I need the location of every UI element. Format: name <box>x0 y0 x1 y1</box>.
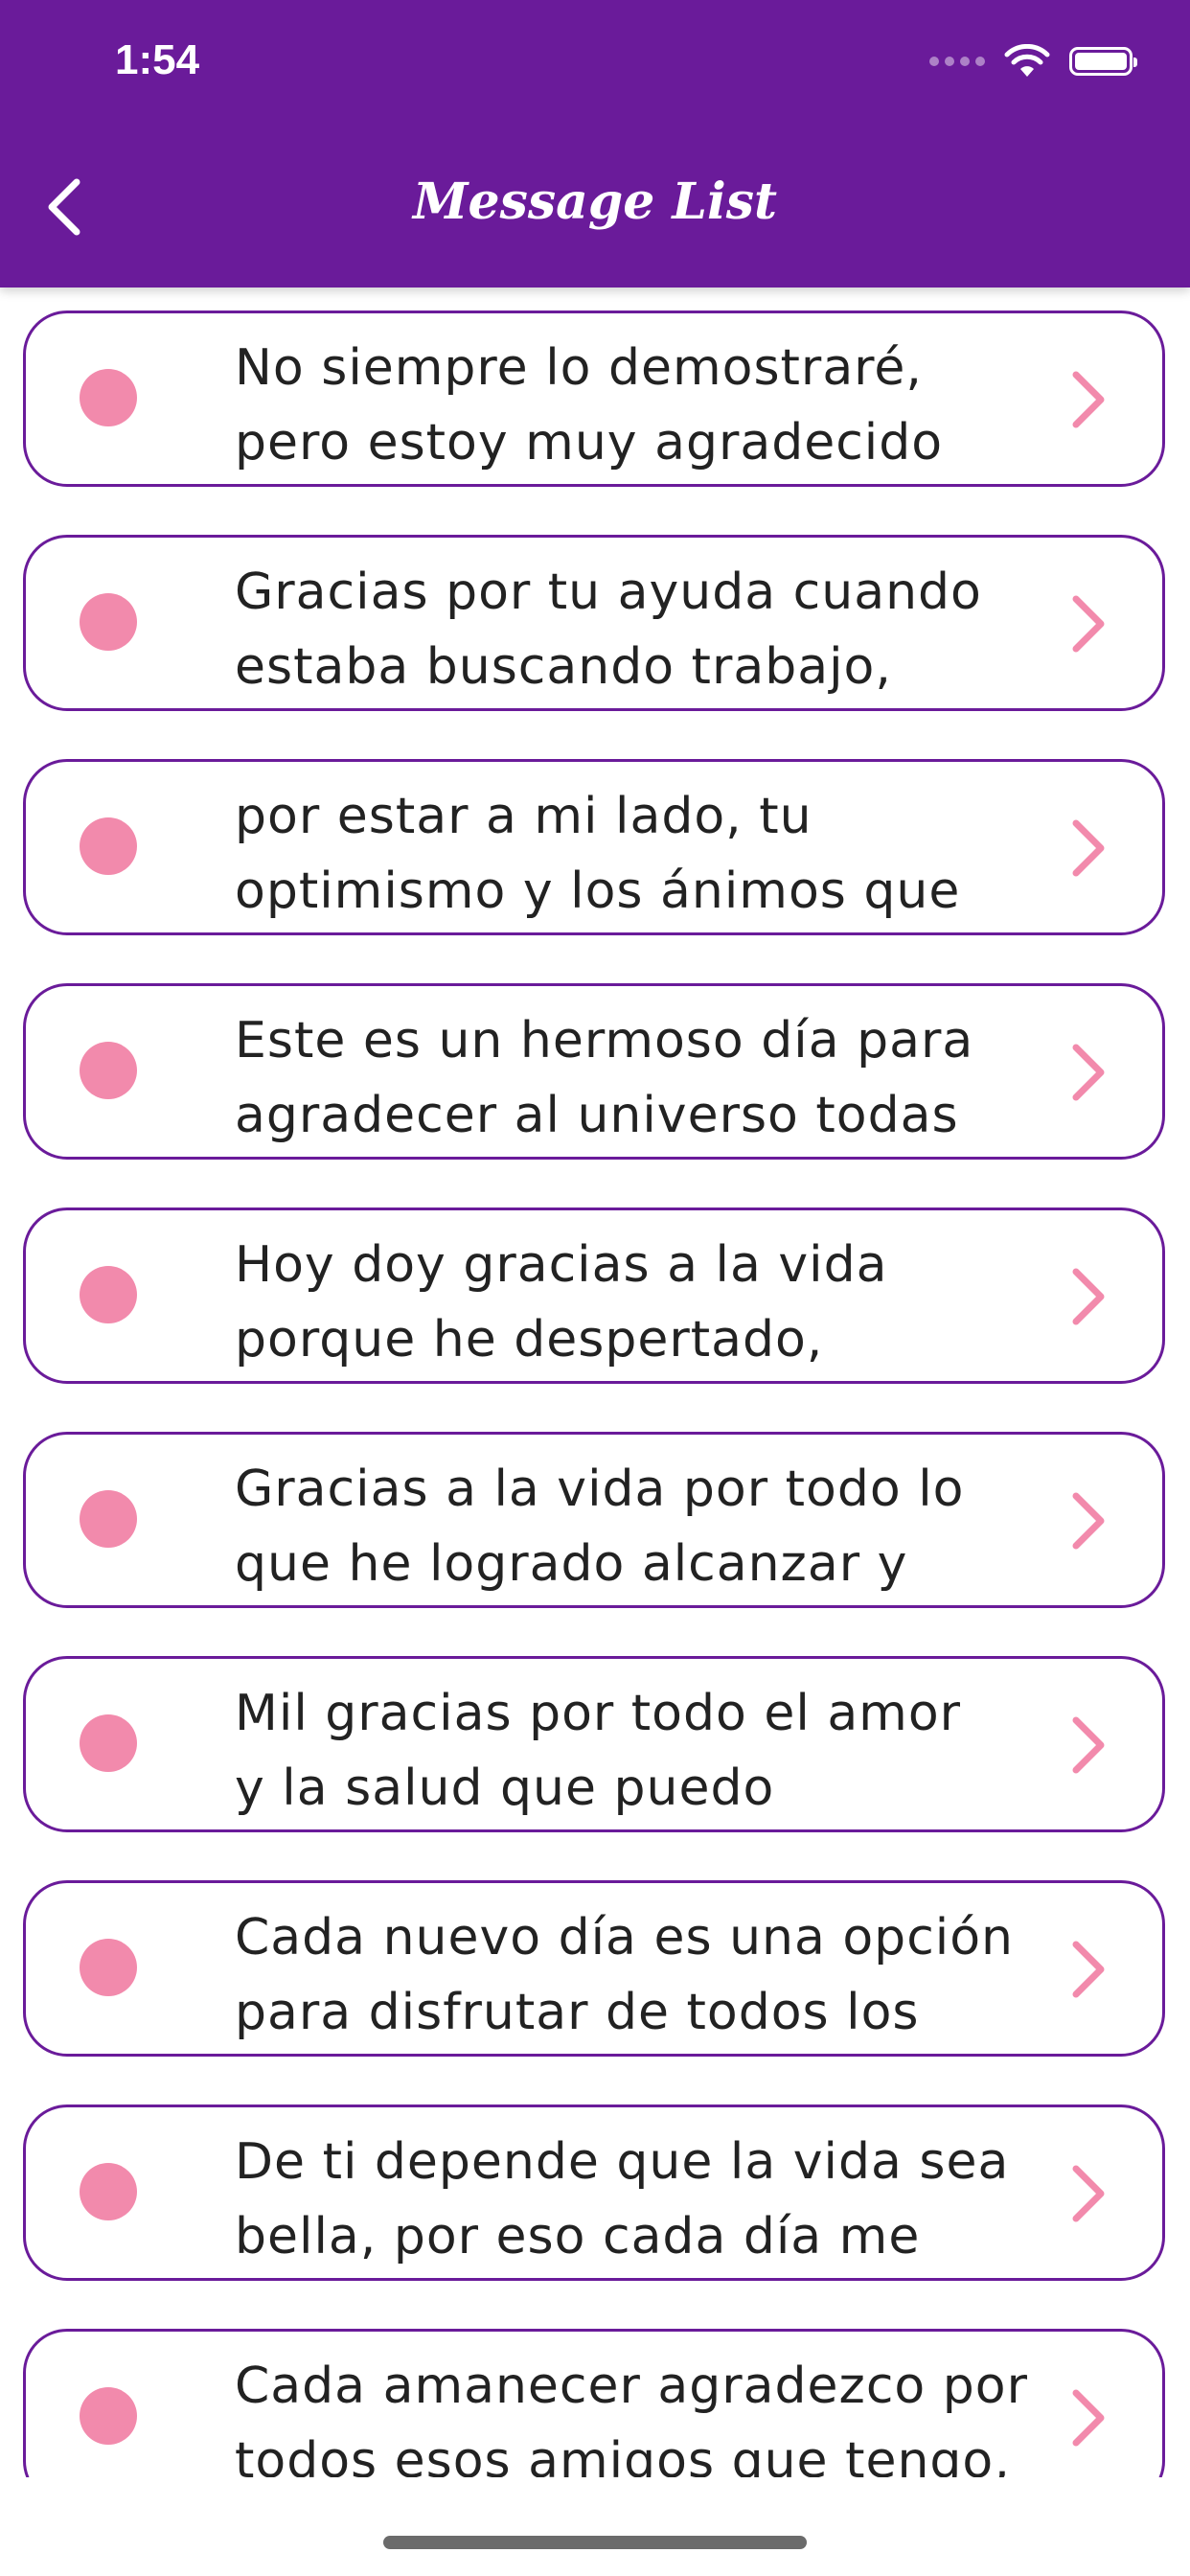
bullet-dot-icon <box>80 1939 137 1996</box>
chevron-right-icon <box>1072 595 1105 653</box>
message-preview-text: por estar a mi lado, tu optimismo y los … <box>235 788 961 920</box>
chevron-right-icon <box>1072 1268 1105 1325</box>
bullet-dot-icon <box>80 2163 137 2220</box>
chevron-right-icon <box>1072 371 1105 428</box>
status-icons <box>929 44 1137 79</box>
status-time: 1:54 <box>115 36 200 83</box>
message-list-item[interactable]: Gracias por tu ayuda cuando estaba busca… <box>23 535 1165 711</box>
message-list-item[interactable]: No siempre lo demostraré, pero estoy muy… <box>23 310 1165 487</box>
bullet-dot-icon <box>80 1042 137 1099</box>
message-preview-text: De ti depende que la vida sea bella, por… <box>235 2133 1010 2266</box>
bullet-dot-icon <box>80 1266 137 1323</box>
message-list-item[interactable]: Mil gracias por todo el amor y la salud … <box>23 1656 1165 1832</box>
message-list[interactable]: No siempre lo demostraré, pero estoy muy… <box>0 288 1190 2477</box>
message-list-item[interactable]: por estar a mi lado, tu optimismo y los … <box>23 759 1165 935</box>
chevron-right-icon <box>1072 1044 1105 1101</box>
message-preview-text: Gracias a la vida por todo lo que he log… <box>235 1460 965 1593</box>
message-list-item[interactable]: Gracias a la vida por todo lo que he log… <box>23 1432 1165 1608</box>
message-preview-text: Este es un hermoso día para agradecer al… <box>235 1012 974 1144</box>
bullet-dot-icon <box>80 593 137 651</box>
bullet-dot-icon <box>80 2387 137 2445</box>
bullet-dot-icon <box>80 369 137 426</box>
message-list-item[interactable]: Este es un hermoso día para agradecer al… <box>23 983 1165 1160</box>
message-preview-text: Cada amanecer agradezco por todos esos a… <box>235 2358 1028 2477</box>
bullet-dot-icon <box>80 1714 137 1772</box>
chevron-right-icon <box>1072 1492 1105 1550</box>
message-preview-text: Hoy doy gracias a la vida porque he desp… <box>235 1236 888 1368</box>
battery-icon <box>1069 47 1137 76</box>
home-indicator[interactable] <box>383 2536 807 2549</box>
page-title: Message List <box>412 172 778 231</box>
navigation-header: 1:54 Message List <box>0 0 1190 288</box>
chevron-right-icon <box>1072 819 1105 877</box>
bullet-dot-icon <box>80 817 137 875</box>
message-list-item[interactable]: Hoy doy gracias a la vida porque he desp… <box>23 1208 1165 1384</box>
cellular-signal-icon <box>929 57 985 66</box>
chevron-right-icon <box>1072 2165 1105 2222</box>
wifi-icon <box>1004 44 1050 77</box>
bullet-dot-icon <box>80 1490 137 1548</box>
message-preview-text: Gracias por tu ayuda cuando estaba busca… <box>235 564 982 696</box>
message-list-item[interactable]: Cada amanecer agradezco por todos esos a… <box>23 2329 1165 2477</box>
message-preview-text: Mil gracias por todo el amor y la salud … <box>235 1685 962 1817</box>
message-preview-text: No siempre lo demostraré, pero estoy muy… <box>235 339 944 472</box>
message-list-item[interactable]: Cada nuevo día es una opción para disfru… <box>23 1880 1165 2057</box>
message-preview-text: Cada nuevo día es una opción para disfru… <box>235 1909 1015 2041</box>
message-list-item[interactable]: De ti depende que la vida sea bella, por… <box>23 2104 1165 2281</box>
chevron-right-icon <box>1072 1941 1105 1998</box>
chevron-right-icon <box>1072 2389 1105 2447</box>
chevron-right-icon <box>1072 1716 1105 1774</box>
